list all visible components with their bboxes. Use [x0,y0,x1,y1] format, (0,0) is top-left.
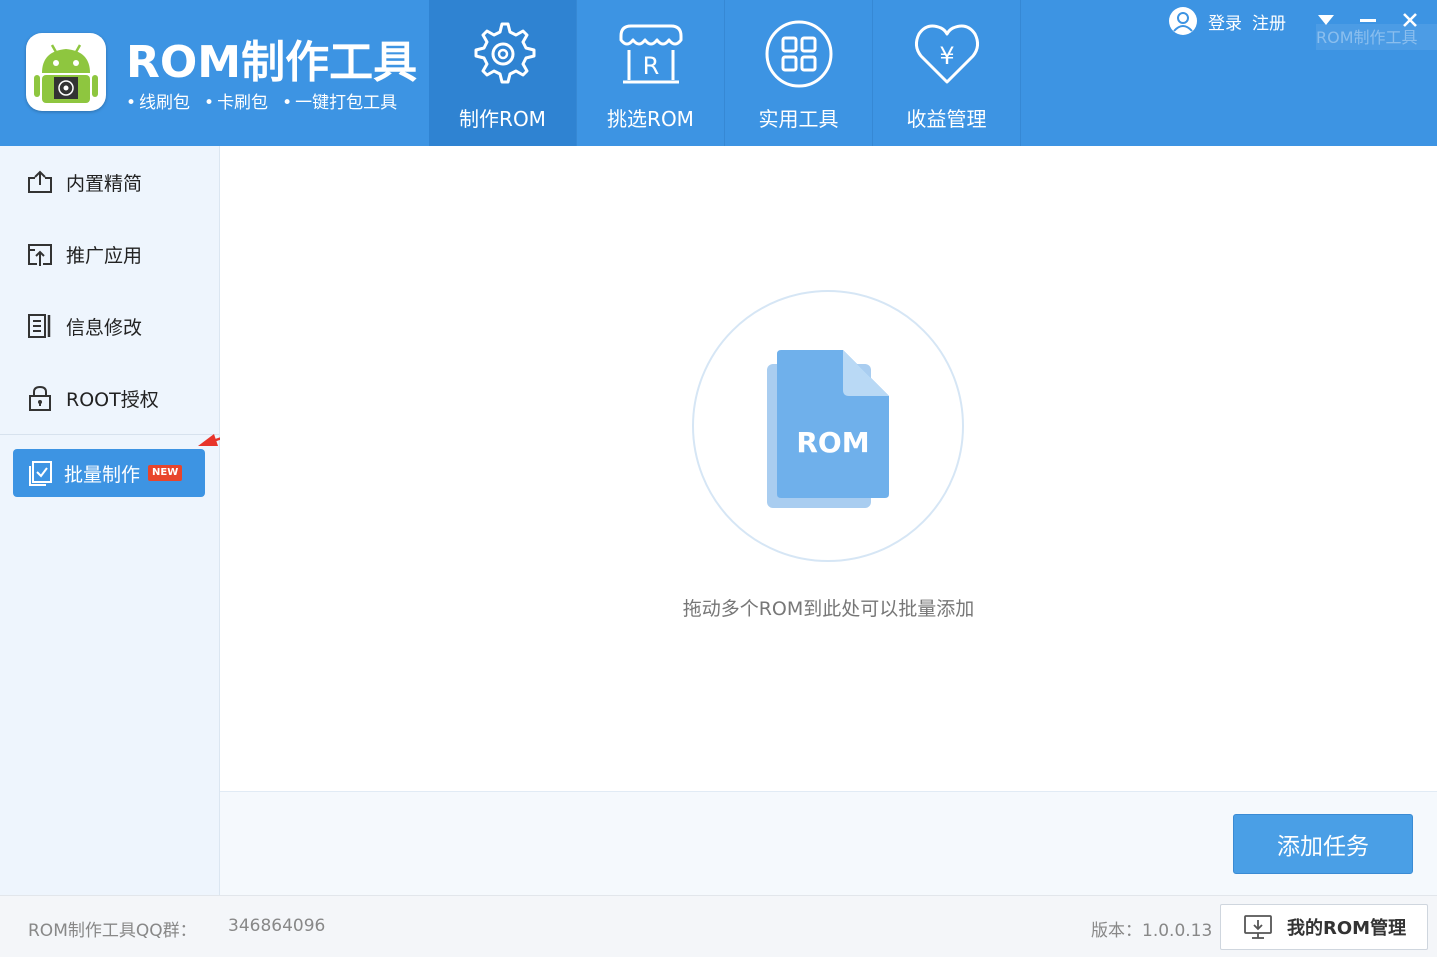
rom-file-icon: ROM [767,350,889,508]
drop-zone[interactable]: ROM 拖动多个ROM到此处可以批量添加 [220,146,1437,791]
svg-text:R: R [643,52,660,80]
sidebar-item-root-auth[interactable]: ROOT授权 [0,362,219,434]
close-button[interactable] [1396,8,1424,32]
my-rom-label: 我的ROM管理 [1287,918,1407,939]
lock-icon [29,385,51,411]
minimize-button[interactable] [1354,8,1382,32]
nav-label: 实用工具 [758,107,839,131]
status-bar: ROM制作工具QQ群： 346864096 版本：1.0.0.13 我的ROM管… [0,895,1437,957]
nav-pick-rom[interactable]: R 挑选ROM [577,0,725,146]
qq-group-label: ROM制作工具QQ群： [28,921,197,941]
app-title: ROM制作工具 [126,37,418,88]
subtitle-item: 卡刷包 [204,88,268,113]
title-bar: ROM制作工具 线刷包 卡刷包 一键打包工具 制作ROM R 挑选ROM [0,0,1437,146]
minimize-icon [1360,19,1376,22]
close-icon [1403,13,1417,27]
share-box-icon [28,244,52,266]
action-bar: 添加任务 [220,791,1437,895]
sidebar-item-label: 推广应用 [66,244,143,267]
sidebar-item-label: ROOT授权 [66,388,159,411]
app-subtitle: 线刷包 卡刷包 一键打包工具 [126,88,397,113]
subtitle-item: 一键打包工具 [282,88,397,113]
sidebar-item-label: 内置精简 [66,172,143,195]
rom-icon-text: ROM [796,426,869,459]
drop-hint: 拖动多个ROM到此处可以批量添加 [682,598,975,620]
sidebar-item-batch-make[interactable]: 批量制作 NEW [13,449,205,497]
new-badge: NEW [148,465,183,481]
document-edit-icon [28,314,51,338]
nav-label: 挑选ROM [607,107,694,131]
nav-income[interactable]: ¥ 收益管理 [873,0,1021,146]
upload-box-icon [28,170,52,193]
gear-icon [474,22,536,84]
svg-text:¥: ¥ [939,42,954,70]
sidebar-item-label: 批量制作 [64,463,141,486]
sidebar-divider [0,434,219,435]
my-rom-manage-button[interactable]: 我的ROM管理 [1220,904,1428,950]
sidebar-item-label: 信息修改 [66,316,143,339]
menu-dropdown-button[interactable] [1312,8,1340,32]
sidebar: 内置精简 推广应用 信息修改 ROOT授权 批量制作 NEW [0,146,220,895]
register-link[interactable]: 注册 [1252,9,1286,34]
checklist-icon [29,461,52,486]
user-avatar-icon[interactable] [1168,6,1198,36]
sidebar-item-builtin-slim[interactable]: 内置精简 [0,146,219,218]
sidebar-item-promote-apps[interactable]: 推广应用 [0,218,219,290]
login-link[interactable]: 登录 [1208,9,1242,34]
grid-icon [765,20,833,88]
window-controls [1312,8,1424,32]
nav-make-rom[interactable]: 制作ROM [429,0,577,146]
version-label: 版本：1.0.0.13 [1091,921,1213,941]
app-logo-icon [26,33,106,111]
store-icon: R [619,24,683,84]
heart-yen-icon: ¥ [914,24,980,84]
monitor-download-icon [1244,915,1272,939]
nav-label: 制作ROM [459,107,546,131]
nav-tools[interactable]: 实用工具 [725,0,873,146]
user-area: 登录 注册 [1168,6,1286,36]
add-task-button[interactable]: 添加任务 [1233,814,1413,874]
triangle-down-icon [1318,15,1334,25]
sidebar-item-info-edit[interactable]: 信息修改 [0,290,219,362]
subtitle-item: 线刷包 [126,88,190,113]
nav-label: 收益管理 [906,107,987,131]
qq-group-number: 346864096 [228,916,326,936]
top-nav: 制作ROM R 挑选ROM 实用工具 ¥ 收益管理 [429,0,1021,146]
